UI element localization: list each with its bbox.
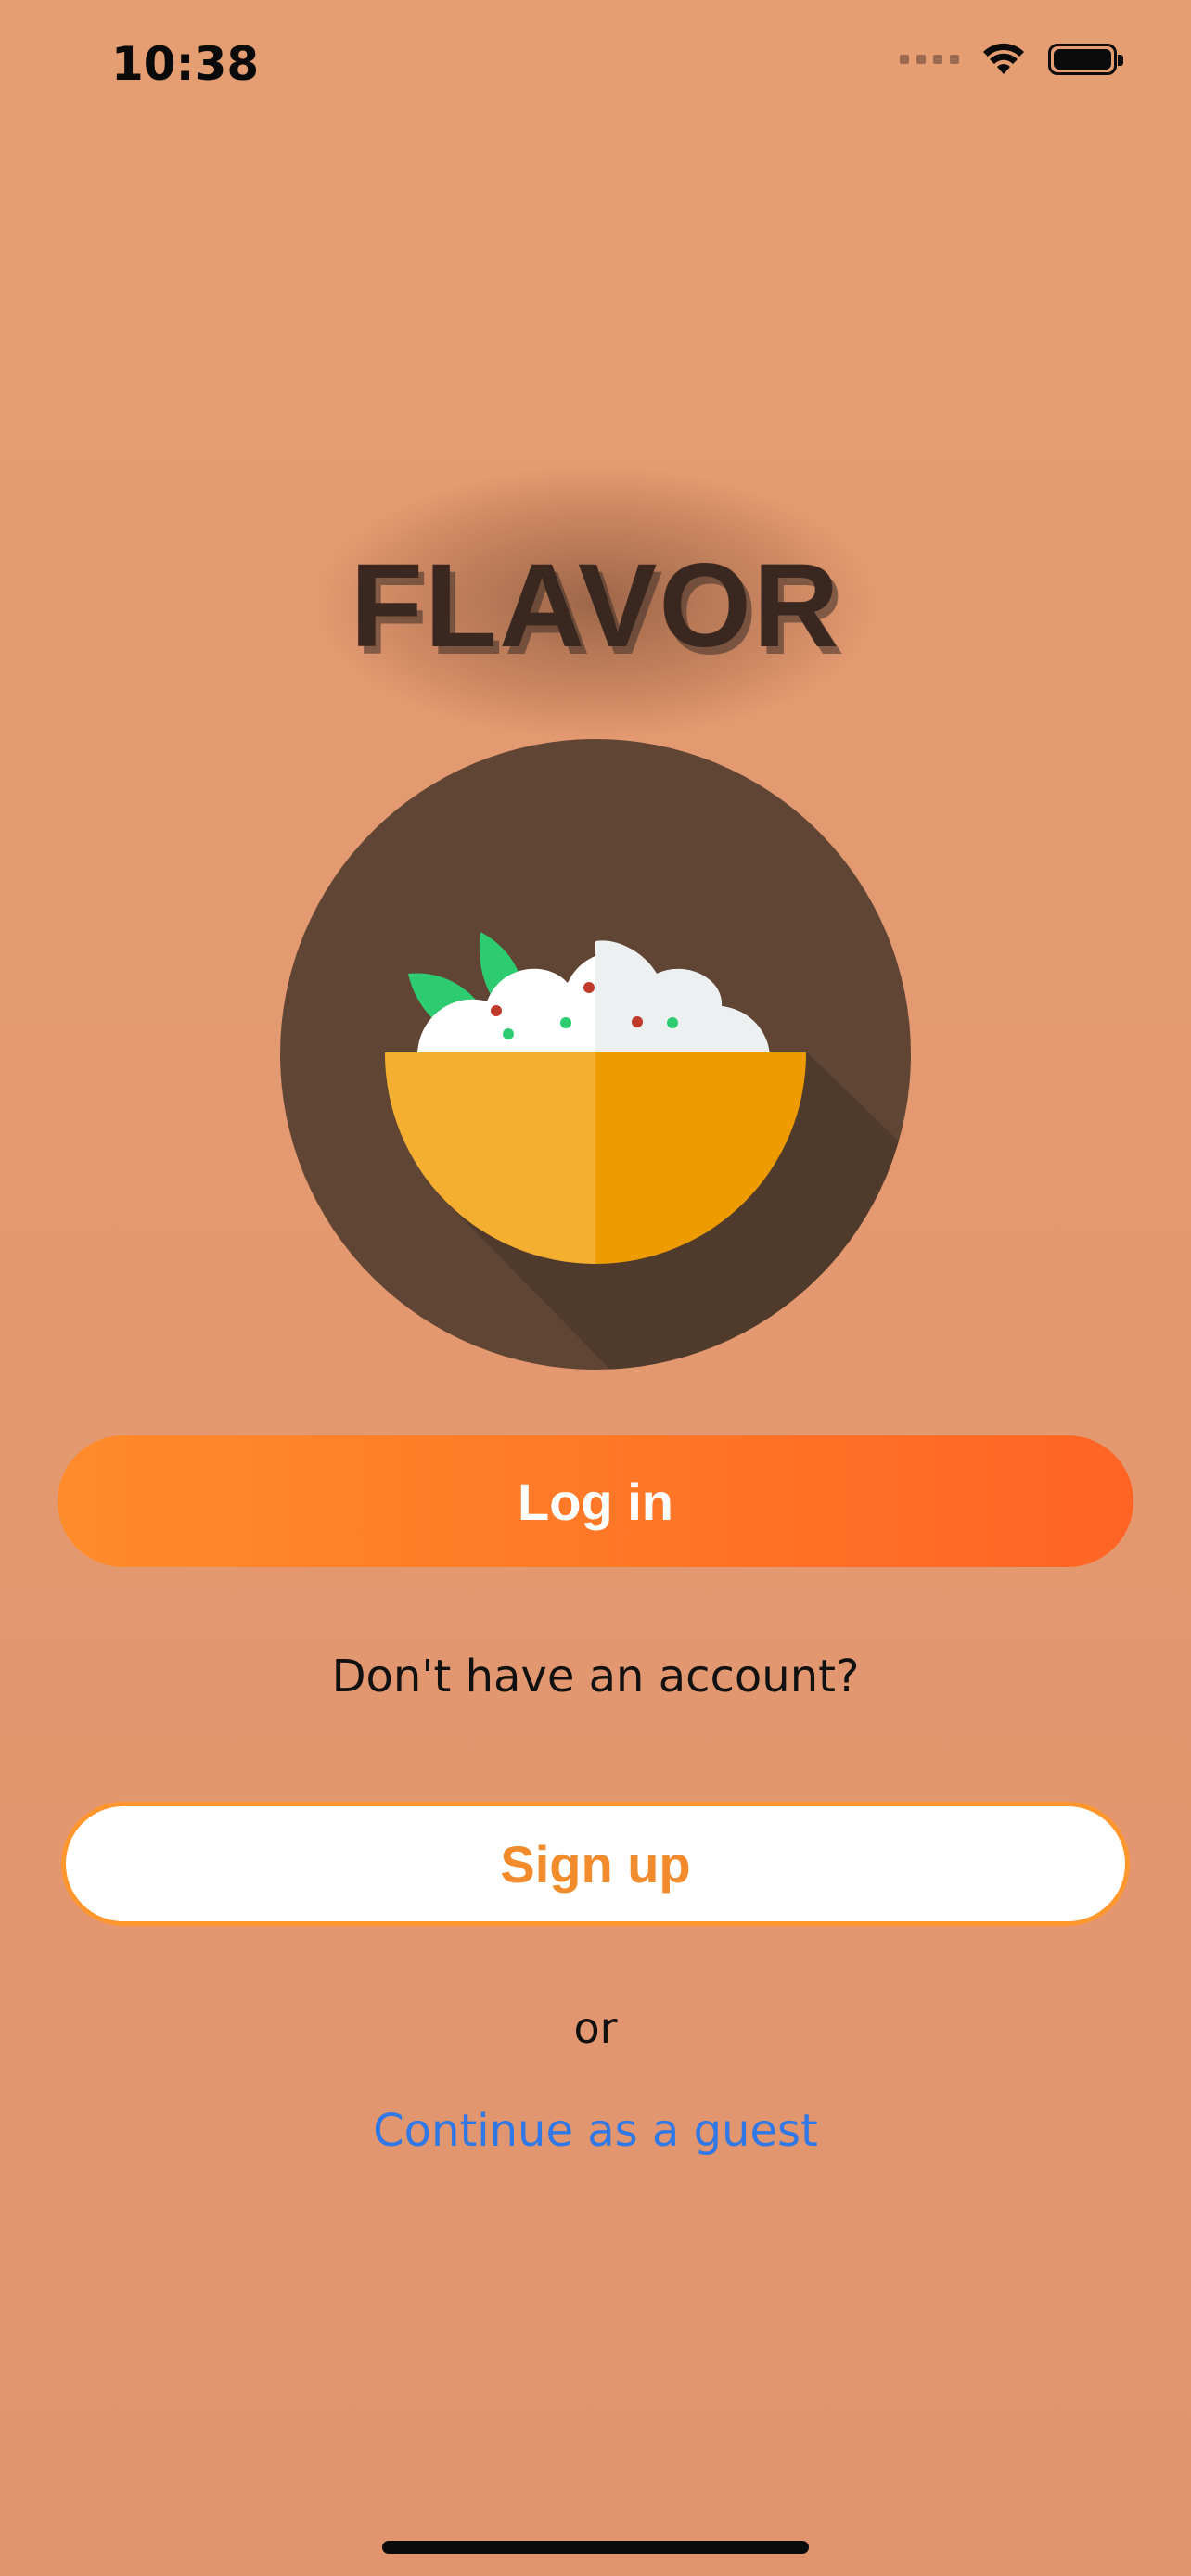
status-icons	[900, 43, 1123, 76]
wifi-icon	[983, 43, 1024, 74]
signal-icon	[900, 55, 959, 64]
login-button[interactable]: Log in	[58, 1435, 1133, 1567]
battery-icon	[1048, 44, 1123, 75]
rice-bowl-icon	[280, 739, 911, 1370]
no-account-text: Don't have an account?	[331, 1651, 860, 1702]
welcome-screen: 10:38 FLAVOR Log in Don't have an accoun…	[0, 0, 1191, 2576]
home-indicator[interactable]	[382, 2541, 809, 2554]
app-title: FLAVOR	[350, 540, 841, 672]
status-time: 10:38	[111, 37, 260, 91]
continue-as-guest-link[interactable]: Continue as a guest	[0, 2105, 1191, 2157]
or-divider-text: or	[573, 2003, 618, 2053]
signup-button[interactable]: Sign up	[61, 1802, 1130, 1926]
